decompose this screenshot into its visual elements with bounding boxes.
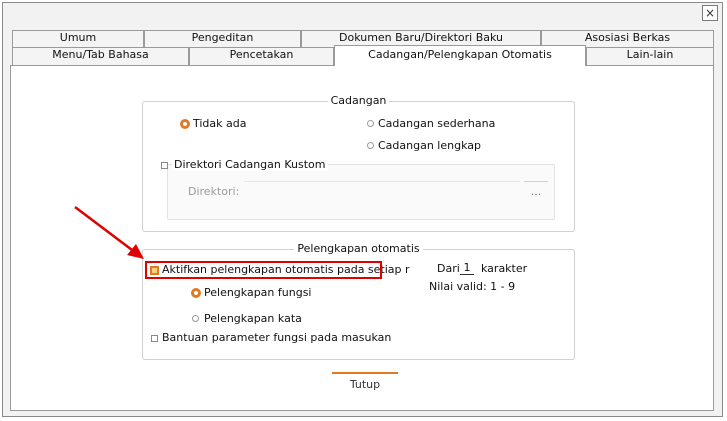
radio-pelengkapan-kata-label: Pelengkapan kata: [204, 312, 302, 325]
custom-dir-label: Direktori Cadangan Kustom: [172, 158, 328, 171]
close-icon: ×: [704, 6, 716, 20]
tab-pengeditan[interactable]: Pengeditan: [144, 30, 301, 47]
radio-cadangan-lengkap[interactable]: [367, 142, 374, 149]
radio-pelengkapan-kata[interactable]: [192, 315, 199, 322]
tab-umum[interactable]: Umum: [12, 30, 144, 47]
dir-input[interactable]: [244, 181, 520, 198]
radio-cadangan-lengkap-label: Cadangan lengkap: [378, 139, 481, 152]
valid-range-label: Nilai valid: 1 - 9: [429, 280, 516, 293]
tab-cadangan-pelengkapan[interactable]: Cadangan/Pelengkapan Otomatis: [334, 45, 586, 66]
from-value-input[interactable]: 1: [460, 261, 474, 275]
radio-pelengkapan-fungsi[interactable]: [191, 288, 201, 298]
radio-tidak-ada[interactable]: [180, 119, 190, 129]
from-label: Dari: [437, 262, 460, 275]
custom-dir-checkbox[interactable]: [161, 162, 168, 169]
close-button[interactable]: Tutup: [332, 372, 398, 394]
radio-cadangan-sederhana-label: Cadangan sederhana: [378, 117, 496, 130]
browse-dir-button[interactable]: ...: [524, 181, 548, 202]
close-window-button[interactable]: ×: [702, 5, 718, 21]
annotation-highlight-box: [145, 261, 382, 279]
dir-label: Direktori:: [188, 185, 240, 198]
radio-cadangan-sederhana[interactable]: [367, 120, 374, 127]
tab-pencetakan[interactable]: Pencetakan: [189, 47, 334, 65]
param-help-label: Bantuan parameter fungsi pada masukan: [162, 331, 392, 344]
autocomplete-group-title: Pelengkapan otomatis: [143, 242, 574, 255]
radio-tidak-ada-label: Tidak ada: [193, 117, 247, 130]
tab-menu-bahasa[interactable]: Menu/Tab Bahasa: [12, 47, 189, 65]
chars-label: karakter: [481, 262, 528, 275]
radio-pelengkapan-fungsi-label: Pelengkapan fungsi: [204, 286, 312, 299]
backup-group-title: Cadangan: [143, 94, 574, 107]
tab-lain-lain[interactable]: Lain-lain: [586, 47, 714, 65]
param-help-checkbox[interactable]: [151, 335, 158, 342]
custom-backup-dir-group: Direktori: ...: [167, 164, 555, 220]
